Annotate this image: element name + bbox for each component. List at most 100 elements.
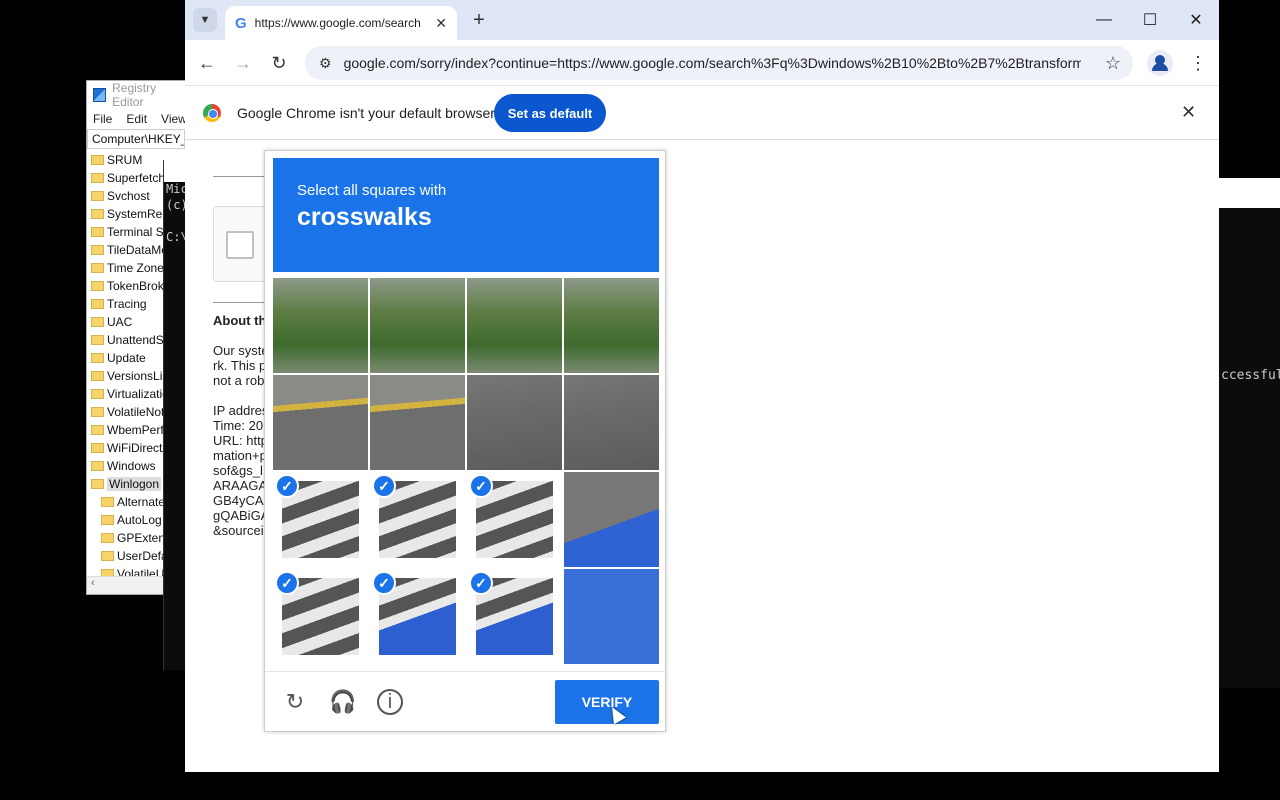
folder-icon — [101, 515, 114, 525]
registry-key-label: Tracing — [107, 297, 147, 311]
tile-image — [564, 375, 659, 470]
registry-title: Registry Editor — [112, 81, 157, 109]
checkmark-icon: ✓ — [372, 571, 396, 595]
captcha-target-object: crosswalks — [297, 203, 432, 231]
registry-key-label: Winlogon — [107, 477, 162, 491]
tile-image — [564, 472, 659, 567]
captcha-tile[interactable] — [273, 375, 368, 470]
registry-key-label: SystemRest — [107, 207, 172, 221]
tile-image — [564, 278, 659, 373]
tab-search-button[interactable]: ▼ — [193, 8, 217, 32]
menu-view[interactable]: View — [161, 112, 185, 126]
registry-key-label: UnattendSe — [107, 333, 171, 347]
address-bar[interactable]: ⚙ google.com/sorry/index?continue=https:… — [305, 46, 1133, 80]
registry-address-bar[interactable]: Computer\HKEY_ — [87, 129, 185, 149]
captcha-tile[interactable] — [467, 375, 562, 470]
folder-icon — [91, 191, 104, 201]
info-icon[interactable]: i — [377, 689, 403, 715]
menu-file[interactable]: File — [93, 112, 112, 126]
captcha-tile[interactable]: ✓ — [370, 472, 465, 567]
folder-icon — [91, 389, 104, 399]
new-tab-button[interactable]: + — [467, 8, 491, 32]
profile-icon-body — [1152, 63, 1168, 71]
back-button[interactable]: ← — [194, 50, 220, 76]
profile-avatar[interactable] — [1147, 50, 1173, 76]
checkmark-icon: ✓ — [372, 474, 396, 498]
registry-key-label: Superfetch — [107, 171, 166, 185]
registry-titlebar[interactable]: Registry Editor — [87, 81, 185, 109]
checkmark-icon: ✓ — [469, 571, 493, 595]
reload-button[interactable]: ↻ — [266, 50, 292, 76]
registry-key-label: SRUM — [107, 153, 143, 167]
chevron-down-icon: ▼ — [199, 14, 211, 26]
info-line: ARAAGA — [213, 478, 268, 493]
recaptcha-checkbox[interactable] — [226, 231, 254, 259]
captcha-tile[interactable] — [370, 278, 465, 373]
forward-button[interactable]: → — [230, 50, 256, 76]
info-line: &sourcei — [213, 523, 264, 538]
arrow-right-icon: → — [234, 52, 252, 73]
browser-tab[interactable]: G https://www.google.com/search ✕ — [225, 6, 457, 40]
captcha-tile[interactable]: ✓ — [370, 569, 465, 664]
about-heading: About th — [213, 313, 267, 328]
captcha-tile[interactable] — [564, 472, 659, 567]
info-line: URL: http — [213, 433, 268, 448]
registry-key-label: Time Zones — [107, 261, 170, 275]
captcha-tile[interactable]: ✓ — [467, 472, 562, 567]
bookmark-star-icon[interactable]: ☆ — [1093, 53, 1133, 74]
close-window-button[interactable]: ✕ — [1173, 6, 1219, 34]
captcha-tile[interactable]: ✓ — [273, 569, 368, 664]
captcha-tile[interactable]: ✓ — [273, 472, 368, 567]
folder-icon — [101, 551, 114, 561]
audio-challenge-icon[interactable]: 🎧 — [329, 688, 357, 716]
captcha-tile-grid: ✓ ✓ ✓ ✓ ✓ ✓ — [273, 278, 659, 664]
more-vert-icon: ⋮ — [1189, 52, 1207, 73]
info-line: mation+p — [213, 448, 267, 463]
info-line: sof&gs_l — [213, 463, 263, 478]
captcha-tile[interactable] — [273, 278, 368, 373]
captcha-tile[interactable] — [564, 569, 659, 664]
captcha-tile[interactable]: ✓ — [467, 569, 562, 664]
folder-icon — [91, 425, 104, 435]
folder-icon — [91, 281, 104, 291]
captcha-challenge: Select all squares with crosswalks ✓ ✓ ✓ ✓ ✓… — [264, 150, 666, 732]
registry-key-label: AutoLog — [117, 513, 162, 527]
right-console-titlebar[interactable] — [1219, 178, 1280, 208]
captcha-header: Select all squares with crosswalks — [273, 158, 659, 272]
registry-key-label: TokenBroke — [107, 279, 171, 293]
folder-icon — [91, 209, 104, 219]
infobar-close-icon[interactable]: ✕ — [1181, 102, 1196, 123]
minimize-button[interactable]: — — [1081, 6, 1127, 34]
folder-icon — [91, 227, 104, 237]
reload-challenge-icon[interactable]: ↻ — [281, 688, 309, 716]
menu-button[interactable]: ⋮ — [1185, 50, 1211, 76]
divider — [213, 176, 265, 177]
captcha-tile[interactable] — [467, 278, 562, 373]
checkmark-icon: ✓ — [275, 571, 299, 595]
minimize-icon: — — [1096, 11, 1112, 28]
menu-edit[interactable]: Edit — [126, 112, 147, 126]
close-icon: ✕ — [1189, 12, 1203, 29]
registry-key-label: WbemPerf — [107, 423, 164, 437]
captcha-tile[interactable] — [564, 375, 659, 470]
captcha-tile[interactable] — [370, 375, 465, 470]
maximize-button[interactable]: ☐ — [1127, 6, 1173, 34]
tab-title: https://www.google.com/search — [254, 16, 421, 30]
google-favicon-icon: G — [235, 14, 247, 32]
folder-icon — [91, 245, 104, 255]
verify-button[interactable]: VERIFY — [555, 680, 659, 724]
tab-close-icon[interactable]: ✕ — [435, 15, 447, 32]
registry-key-label: UserDefa — [117, 549, 168, 563]
registry-key-label: Virtualizatio — [107, 387, 169, 401]
captcha-tile[interactable] — [564, 278, 659, 373]
set-default-button[interactable]: Set as default — [494, 94, 606, 132]
reload-icon: ↻ — [271, 52, 287, 73]
registry-key-label: Update — [107, 351, 146, 365]
folder-icon — [91, 299, 104, 309]
folder-icon — [91, 155, 104, 165]
tile-image — [467, 375, 562, 470]
folder-icon — [101, 497, 114, 507]
checkmark-icon: ✓ — [469, 474, 493, 498]
folder-icon — [91, 353, 104, 363]
site-info-icon[interactable]: ⚙ — [319, 55, 332, 72]
